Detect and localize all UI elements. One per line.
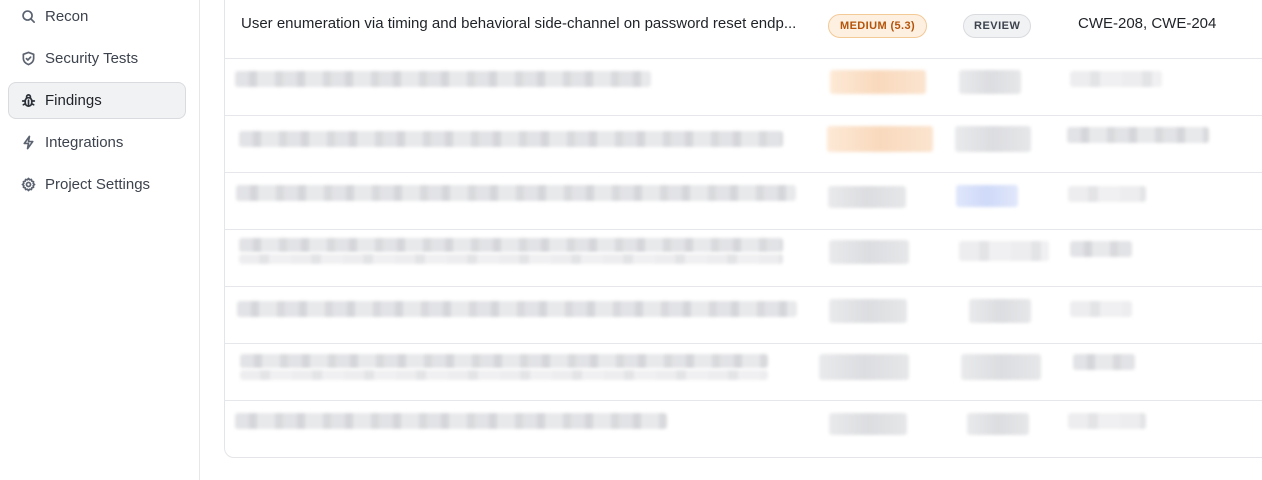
table-row[interactable] xyxy=(225,230,1262,287)
sidebar-item-label: Findings xyxy=(45,92,102,109)
lightning-icon xyxy=(20,135,36,151)
redacted-cwe xyxy=(1070,241,1132,257)
sidebar-item-label: Security Tests xyxy=(45,50,139,67)
redacted-title xyxy=(239,238,783,252)
sidebar-item-label: Recon xyxy=(45,8,89,25)
redacted-severity xyxy=(830,70,926,94)
redacted-title xyxy=(236,185,796,201)
cwe-cell: CWE-208, CWE-204 xyxy=(1078,15,1217,32)
gear-icon xyxy=(20,177,36,193)
severity-badge: MEDIUM (5.3) xyxy=(828,14,928,38)
redacted-severity xyxy=(827,126,933,152)
sidebar: Recon Security Tests Findings Integratio… xyxy=(0,0,200,480)
redacted-title xyxy=(235,71,651,87)
search-icon xyxy=(20,9,36,25)
sidebar-item-integrations[interactable]: Integrations xyxy=(8,124,186,161)
table-row[interactable]: User enumeration via timing and behavior… xyxy=(225,0,1262,59)
table-row[interactable] xyxy=(225,59,1262,116)
redacted-severity xyxy=(829,240,909,264)
table-row[interactable] xyxy=(225,401,1262,458)
redacted-cwe xyxy=(1067,127,1209,143)
table-row[interactable] xyxy=(225,287,1262,344)
redacted-status xyxy=(955,126,1031,152)
redacted-cwe xyxy=(1070,301,1132,317)
redacted-severity xyxy=(829,299,907,323)
status-badge: REVIEW xyxy=(963,14,1032,38)
sidebar-item-label: Project Settings xyxy=(45,176,151,193)
redacted-title xyxy=(240,354,768,368)
sidebar-item-findings[interactable]: Findings xyxy=(8,82,186,119)
redacted-status xyxy=(967,413,1029,435)
redacted-severity xyxy=(828,186,906,208)
redacted-status xyxy=(959,70,1021,94)
sidebar-item-security-tests[interactable]: Security Tests xyxy=(8,40,186,77)
redacted-title xyxy=(237,301,797,317)
redacted-cwe xyxy=(1070,71,1162,87)
redacted-title xyxy=(239,131,783,147)
redacted-status xyxy=(959,241,1049,261)
table-row[interactable] xyxy=(225,173,1262,230)
redacted-title-line2 xyxy=(240,370,768,380)
redacted-status xyxy=(961,354,1041,380)
redacted-cwe xyxy=(1073,354,1135,370)
table-row[interactable] xyxy=(225,344,1262,401)
sidebar-item-recon[interactable]: Recon xyxy=(8,0,186,35)
redacted-title xyxy=(235,413,667,429)
redacted-cwe xyxy=(1068,413,1146,429)
sidebar-item-label: Integrations xyxy=(45,134,124,151)
finding-title[interactable]: User enumeration via timing and behavior… xyxy=(241,15,796,32)
redacted-status xyxy=(969,299,1031,323)
redacted-severity xyxy=(819,354,909,380)
table-row[interactable] xyxy=(225,116,1262,173)
redacted-title-line2 xyxy=(239,254,783,264)
redacted-severity xyxy=(829,413,907,435)
redacted-cwe xyxy=(1068,186,1146,202)
redacted-status xyxy=(956,185,1018,207)
sidebar-item-project-settings[interactable]: Project Settings xyxy=(8,166,186,203)
shield-icon xyxy=(20,51,36,67)
bug-icon xyxy=(20,93,36,109)
